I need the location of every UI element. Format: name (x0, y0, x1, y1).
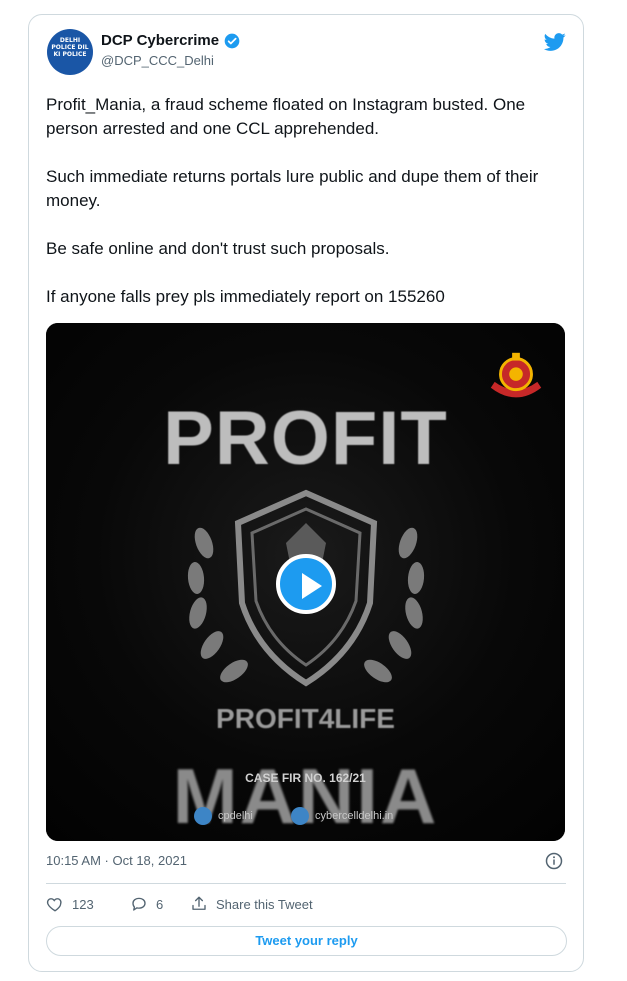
reply-action[interactable]: 6 (130, 895, 163, 913)
play-button[interactable] (276, 554, 336, 614)
video-media[interactable]: PROFIT PROFIT4LIFE MANIA CASE FIR NO. 16… (46, 323, 565, 841)
video-case-number: CASE FIR NO. 162/21 (245, 771, 366, 785)
share-action[interactable]: Share this Tweet (190, 895, 313, 913)
author-handle[interactable]: @DCP_CCC_Delhi (101, 53, 214, 68)
tweet-paragraph: Such immediate returns portals lure publ… (46, 167, 539, 210)
video-web-tag-text: cybercelldelhi.in (315, 809, 394, 822)
globe-circle-icon (291, 807, 309, 825)
tweet-paragraph: Profit_Mania, a fraud scheme floated on … (46, 95, 526, 138)
author-name[interactable]: DCP Cybercrime (101, 32, 219, 49)
video-brand: PROFIT4LIFE (216, 703, 395, 734)
reply-count: 6 (156, 896, 164, 912)
twitter-bird-icon[interactable] (543, 31, 567, 53)
tweet-card: DELHI POLICE DIL KI POLICE DCP Cybercrim… (28, 14, 584, 972)
divider (46, 883, 566, 884)
avatar-text: DELHI POLICE DIL KI POLICE (51, 37, 89, 58)
info-icon[interactable] (545, 852, 563, 870)
share-label: Share this Tweet (216, 896, 313, 912)
tweet-paragraph: Be safe online and don't trust such prop… (46, 239, 390, 258)
video-title-bottom: MANIA (172, 752, 439, 840)
reply-icon (132, 897, 146, 911)
video-web-tag: cybercelldelhi.in (291, 807, 393, 825)
tweet-text: Profit_Mania, a fraud scheme floated on … (46, 93, 566, 333)
video-twitter-tag-text: cpdelhi (218, 809, 253, 822)
verified-badge-icon (224, 33, 240, 49)
heart-icon (46, 898, 62, 912)
tweet-your-reply-button[interactable]: Tweet your reply (46, 926, 567, 956)
tweet-timestamp[interactable]: 10:15 AM · Oct 18, 2021 (46, 853, 187, 868)
tweet-paragraph: If anyone falls prey pls immediately rep… (46, 287, 445, 306)
avatar[interactable]: DELHI POLICE DIL KI POLICE (47, 29, 93, 75)
twitter-circle-icon (194, 807, 212, 825)
video-twitter-tag: cpdelhi (194, 807, 253, 825)
video-title-top: PROFIT (163, 396, 448, 481)
like-action[interactable]: 123 (46, 895, 94, 913)
share-icon (192, 896, 206, 910)
like-count: 123 (72, 896, 94, 912)
